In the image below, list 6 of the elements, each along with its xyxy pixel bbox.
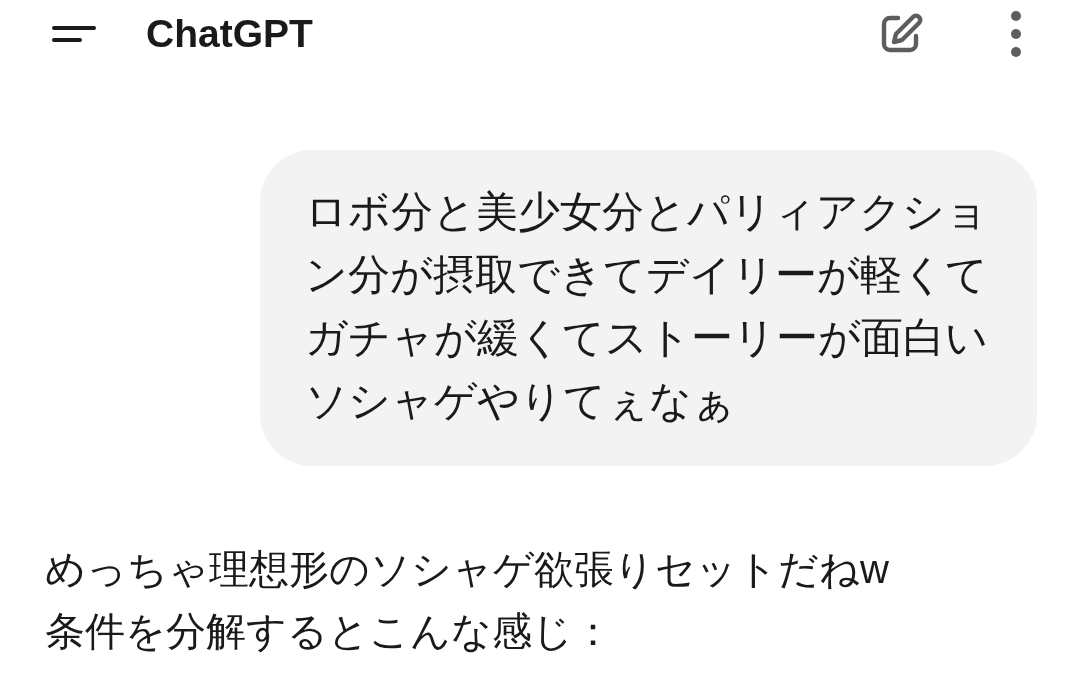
user-message-text: ロボ分と美少女分とパリィアクション分が摂取できてデイリーが軽くてガチャが緩くてストーリーが面白いソシャゲやりてぇなぁ — [305, 187, 989, 426]
menu-icon — [50, 24, 98, 44]
assistant-message-text: めっちゃ理想形のソシャゲ欲張りセットだねw — [45, 546, 890, 593]
assistant-message-text: 条件を分解するとこんな感じ： — [45, 608, 614, 655]
more-icon — [1010, 10, 1022, 58]
app-title: ChatGPT — [146, 10, 313, 57]
